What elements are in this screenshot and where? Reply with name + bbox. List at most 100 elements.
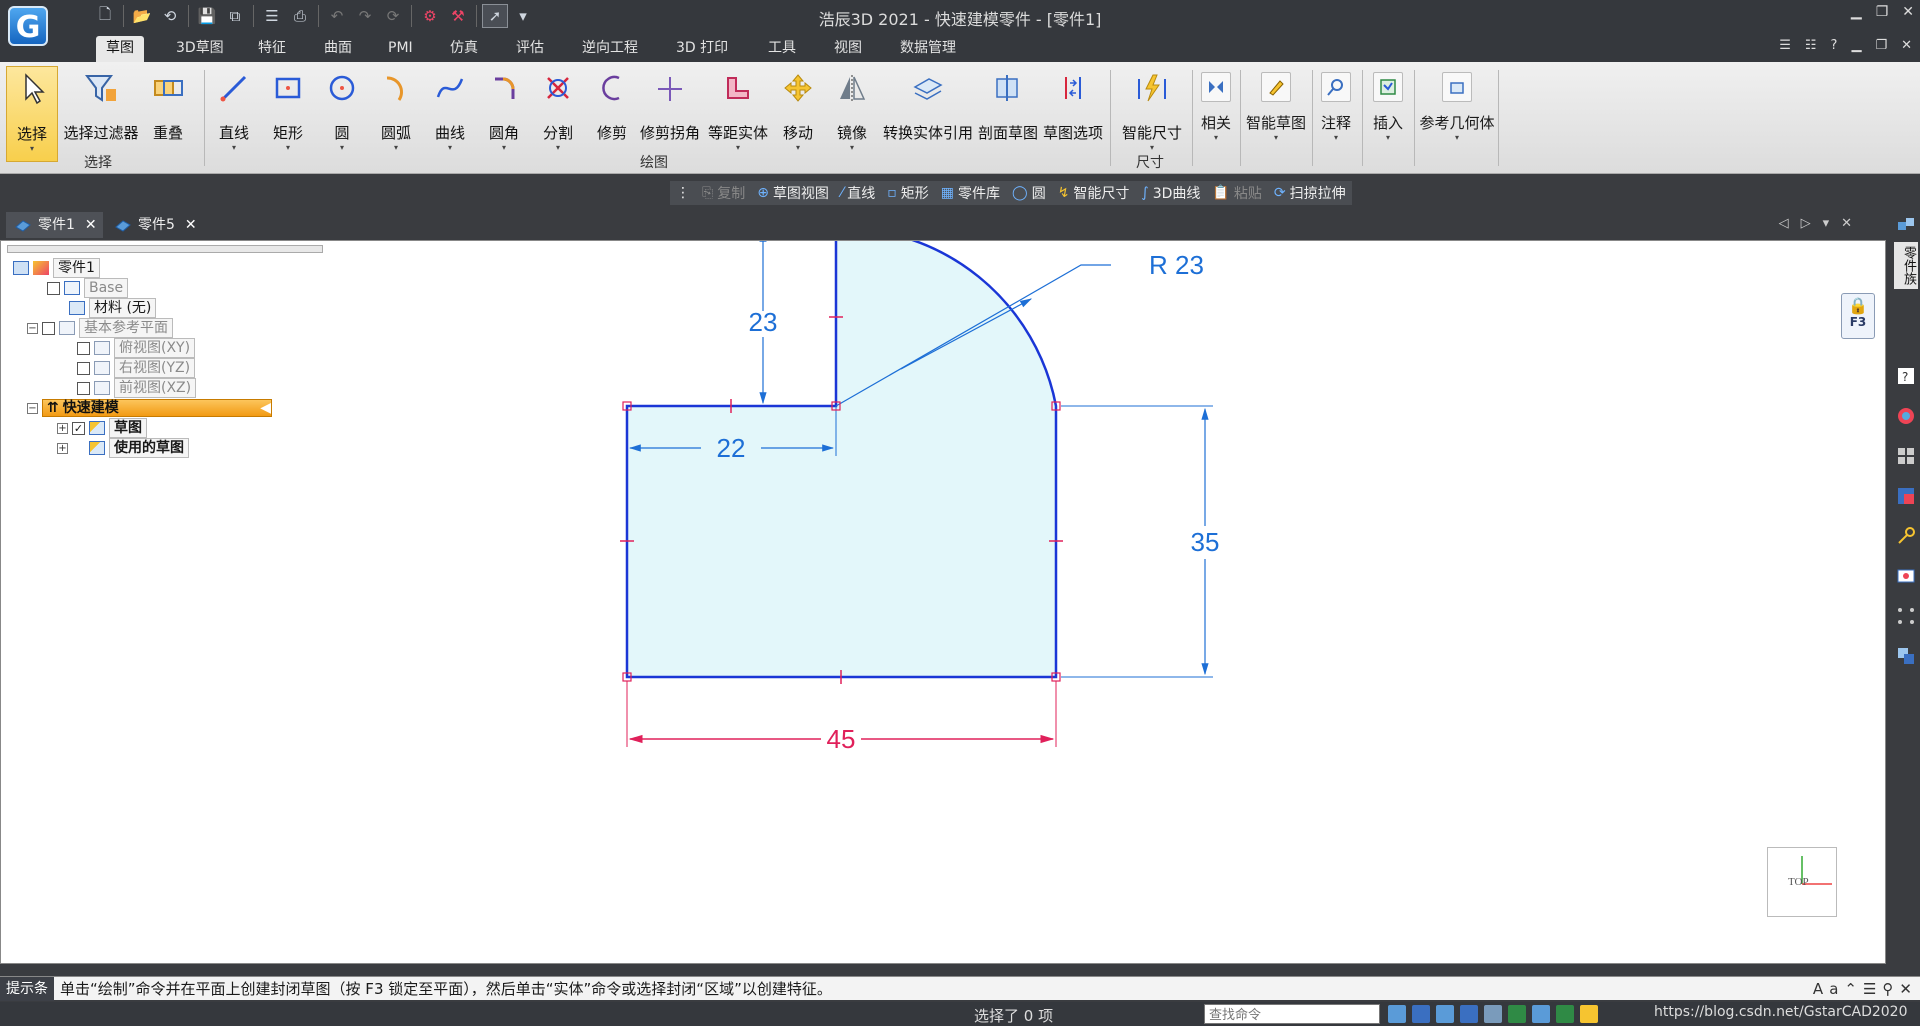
insert-button[interactable]: 插入 ▾ bbox=[1368, 66, 1408, 162]
sweep-extrude-button[interactable]: ⟳ 扫掠拉伸 bbox=[1274, 183, 1346, 203]
dim-width-bottom[interactable]: 45 bbox=[827, 724, 856, 754]
windows-icon[interactable] bbox=[1894, 644, 1918, 668]
line-button[interactable]: 直线 ▾ bbox=[214, 66, 254, 162]
graphics-area[interactable]: 零件1 Base 材料 (无) − 基本参考平面 俯视图(XY) 右视图(YZ) bbox=[0, 240, 1886, 964]
convert-entities-button[interactable]: 转换实体引用 bbox=[882, 66, 974, 162]
tab-reverse[interactable]: 逆向工程 bbox=[572, 36, 648, 62]
pan-icon[interactable] bbox=[1508, 1005, 1526, 1023]
dim-width-step[interactable]: 22 bbox=[717, 433, 746, 463]
app-logo[interactable]: G bbox=[8, 6, 48, 46]
arc-button[interactable]: 圆弧 ▾ bbox=[376, 66, 416, 162]
color-icon[interactable] bbox=[1894, 484, 1918, 508]
plane-lock-button[interactable]: 🔒 F3 bbox=[1841, 293, 1875, 339]
tab-sketch[interactable]: 草图 bbox=[96, 36, 144, 62]
tab-3d-print[interactable]: 3D 打印 bbox=[666, 36, 738, 62]
ribbon-close-icon[interactable]: ✕ bbox=[1901, 38, 1912, 53]
tab-view[interactable]: 视图 bbox=[824, 36, 872, 62]
close-icon[interactable]: ✕ bbox=[185, 217, 197, 233]
ribbon-minimize-icon[interactable]: ▁ bbox=[1851, 38, 1861, 53]
copy-button[interactable]: ⎘ 复制 bbox=[702, 183, 745, 203]
zoom-icon[interactable] bbox=[1436, 1005, 1454, 1023]
part-family-icon[interactable] bbox=[1894, 214, 1918, 238]
points-icon[interactable] bbox=[1894, 604, 1918, 628]
style-icon[interactable] bbox=[1580, 1005, 1598, 1023]
split-button[interactable]: 分割 ▾ bbox=[538, 66, 578, 162]
tab-data-management[interactable]: 数据管理 bbox=[890, 36, 966, 62]
appearance-icon[interactable] bbox=[1894, 404, 1918, 428]
ctx-line-button[interactable]: ⁄ 直线 bbox=[841, 183, 875, 203]
trim-button[interactable]: 修剪 bbox=[592, 66, 632, 162]
fit-icon[interactable] bbox=[1460, 1005, 1478, 1023]
part-library-button[interactable]: ▦ 零件库 bbox=[941, 183, 1000, 203]
key-icon[interactable] bbox=[1894, 524, 1918, 548]
paste-button[interactable]: 📋 粘贴 bbox=[1212, 183, 1261, 203]
close-doc-icon[interactable]: ✕ bbox=[1841, 216, 1852, 231]
tab-simulation[interactable]: 仿真 bbox=[440, 36, 488, 62]
circle-button[interactable]: 圆 ▾ bbox=[326, 66, 358, 162]
dim-height-right[interactable]: 35 bbox=[1191, 527, 1220, 557]
mirror-button[interactable]: 镜像 ▾ bbox=[832, 66, 872, 162]
next-tab-icon[interactable]: ▷ bbox=[1801, 216, 1811, 231]
section-sketch-button[interactable]: 剖面草图 bbox=[978, 66, 1038, 162]
select-filter-button[interactable]: 选择过滤器 bbox=[62, 66, 140, 162]
font-smaller-icon[interactable]: a bbox=[1829, 980, 1838, 998]
select-button[interactable]: 选择 ▾ bbox=[6, 66, 58, 162]
sketch-profile[interactable] bbox=[625, 241, 1058, 679]
pin-icon[interactable]: ⚲ bbox=[1882, 980, 1893, 998]
sketch-view-status-icon[interactable] bbox=[1532, 1005, 1550, 1023]
part-family-tab[interactable]: 零件族 bbox=[1894, 242, 1918, 289]
curve-button[interactable]: 曲线 ▾ bbox=[430, 66, 470, 162]
help-icon[interactable]: ? bbox=[1831, 38, 1838, 53]
view-triad[interactable]: TOP bbox=[1767, 847, 1837, 917]
3d-curve-button[interactable]: ∫ 3D曲线 bbox=[1141, 183, 1200, 203]
layout-icon[interactable]: ☰ bbox=[1779, 38, 1791, 53]
smart-sketch-button[interactable]: 智能草图 ▾ bbox=[1244, 66, 1308, 162]
ctx-circle-button[interactable]: ◯ 圆 bbox=[1012, 183, 1046, 203]
dim-radius[interactable]: R 23 bbox=[1149, 250, 1204, 280]
rotate-icon[interactable] bbox=[1484, 1005, 1502, 1023]
annotation-button[interactable]: 注释 ▾ bbox=[1316, 66, 1356, 162]
close-icon[interactable]: ✕ bbox=[1902, 4, 1914, 20]
close-icon[interactable]: ✕ bbox=[85, 217, 97, 233]
doc-tab-part1[interactable]: 零件1 ✕ bbox=[6, 212, 103, 238]
close-prompt-icon[interactable]: ✕ bbox=[1899, 980, 1912, 998]
trim-corner-button[interactable]: 修剪拐角 bbox=[640, 66, 700, 162]
view-icon[interactable] bbox=[1412, 1005, 1430, 1023]
shade-icon[interactable] bbox=[1556, 1005, 1574, 1023]
tab-evaluate[interactable]: 评估 bbox=[506, 36, 554, 62]
overlap-button[interactable]: 重叠 bbox=[146, 66, 190, 162]
tab-pmi[interactable]: PMI bbox=[378, 36, 423, 62]
tab-tools[interactable]: 工具 bbox=[758, 36, 806, 62]
sketch-view-button[interactable]: ⊕ 草图视图 bbox=[757, 183, 829, 203]
grip-icon[interactable]: ⋮ bbox=[676, 185, 690, 201]
doc-tab-part5[interactable]: 零件5 ✕ bbox=[106, 212, 203, 238]
move-button[interactable]: 移动 ▾ bbox=[778, 66, 818, 162]
tab-surface[interactable]: 曲面 bbox=[314, 36, 362, 62]
offset-button[interactable]: 等距实体 ▾ bbox=[708, 66, 768, 162]
reference-geometry-button[interactable]: 参考几何体 ▾ bbox=[1418, 66, 1496, 162]
collapse-up-icon[interactable]: ⌃ bbox=[1844, 980, 1857, 998]
smart-dimension-button[interactable]: 智能尺寸 ▾ bbox=[1118, 66, 1186, 162]
dim-height-top[interactable]: 23 bbox=[749, 307, 778, 337]
tab-3d-sketch[interactable]: 3D草图 bbox=[166, 36, 234, 62]
relations-button[interactable]: 相关 ▾ bbox=[1196, 66, 1236, 162]
tab-list-icon[interactable]: ▾ bbox=[1823, 216, 1830, 231]
layout2-icon[interactable]: ☷ bbox=[1805, 38, 1817, 53]
rectangle-button[interactable]: 矩形 ▾ bbox=[268, 66, 308, 162]
arrow-icon[interactable] bbox=[1388, 1005, 1406, 1023]
fillet-button[interactable]: 圆角 ▾ bbox=[484, 66, 524, 162]
restore-icon[interactable]: ❐ bbox=[1876, 4, 1889, 20]
font-larger-icon[interactable]: A bbox=[1813, 980, 1823, 998]
render-icon[interactable] bbox=[1894, 564, 1918, 588]
sketch-options-button[interactable]: 草图选项 bbox=[1042, 66, 1104, 162]
menu-icon[interactable]: ☰ bbox=[1863, 980, 1876, 998]
help-panel-icon[interactable]: ? bbox=[1894, 364, 1918, 388]
ribbon-restore-icon[interactable]: ❐ bbox=[1875, 38, 1887, 53]
library-icon[interactable] bbox=[1894, 444, 1918, 468]
prev-tab-icon[interactable]: ◁ bbox=[1779, 216, 1789, 231]
tab-feature[interactable]: 特征 bbox=[248, 36, 296, 62]
ctx-smart-dimension-button[interactable]: ↯ 智能尺寸 bbox=[1058, 183, 1130, 203]
ctx-rectangle-button[interactable]: ▫ 矩形 bbox=[887, 183, 929, 203]
find-command-input[interactable] bbox=[1204, 1004, 1380, 1024]
minimize-icon[interactable]: ▁ bbox=[1851, 4, 1862, 20]
